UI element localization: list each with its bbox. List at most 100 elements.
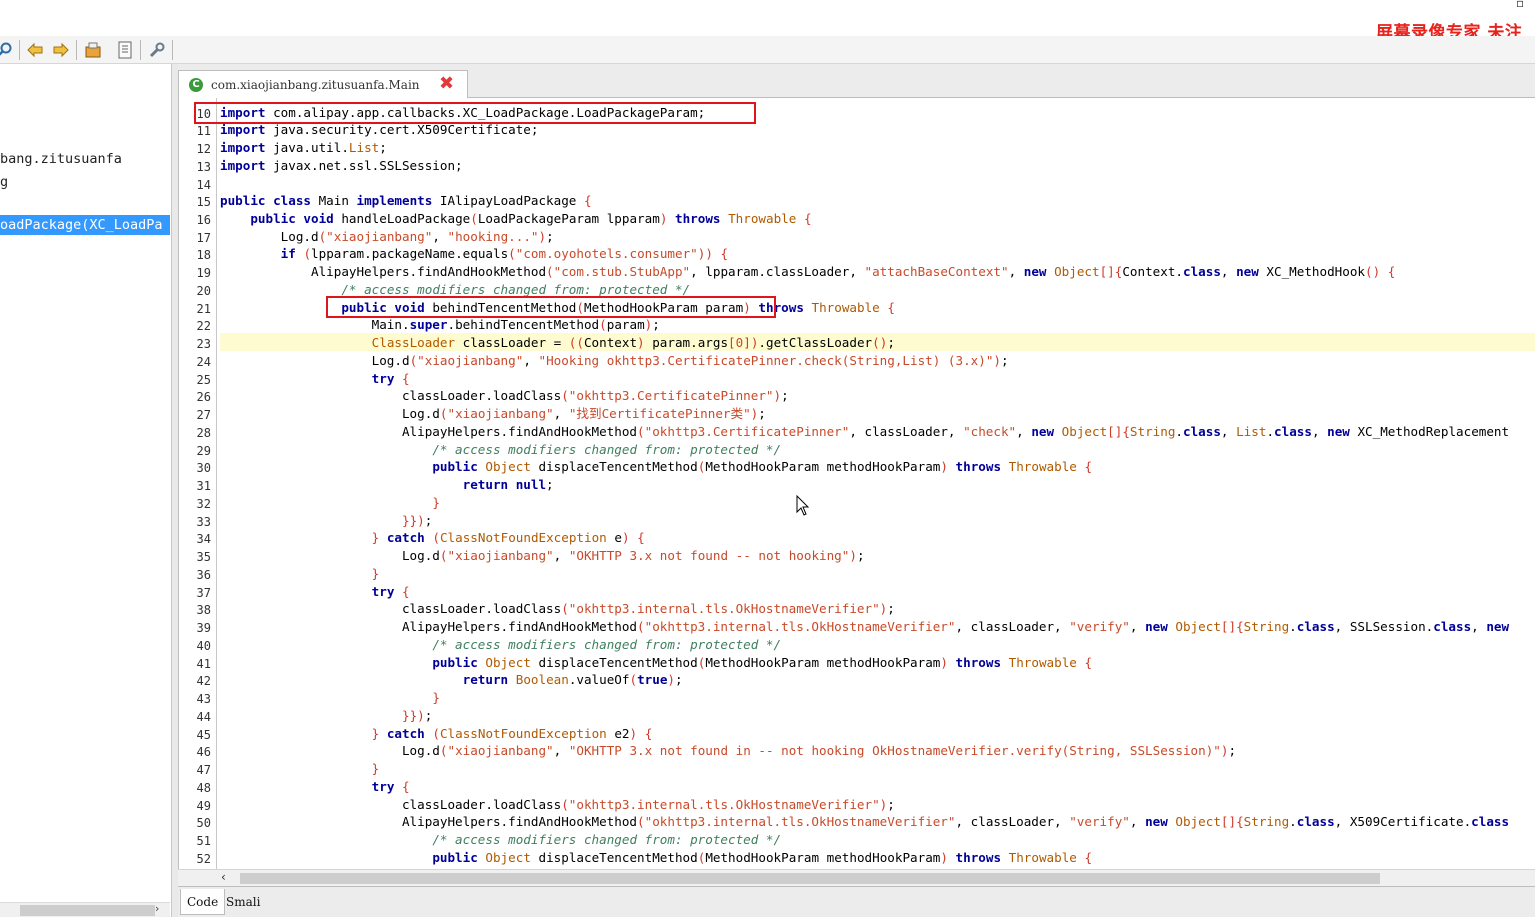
code-line: public class Main implements IAlipayLoad…	[220, 193, 592, 208]
line-number: 13	[196, 160, 211, 174]
code-line: }	[371, 761, 380, 776]
code-line: }});	[401, 708, 433, 723]
highlight-box-import	[194, 102, 756, 124]
code-line: /* access modifiers changed from: protec…	[432, 832, 782, 847]
line-number: 48	[196, 781, 211, 795]
line-number: 23	[196, 337, 211, 351]
class-icon: C	[189, 77, 203, 92]
code-line: public Object displaceTencentMethod(Meth…	[432, 655, 1093, 670]
line-number: 52	[196, 852, 211, 866]
code-line: }	[432, 690, 440, 705]
code-line: }	[371, 566, 380, 581]
line-number: 37	[196, 586, 211, 600]
code-line: } catch (ClassNotFoundException e2) {	[371, 726, 653, 741]
line-number: 43	[196, 692, 211, 706]
tab-label: com.xiaojianbang.zitusuanfa.Main	[211, 77, 420, 92]
scroll-right-arrow-icon[interactable]: ›	[155, 902, 159, 915]
log-icon[interactable]	[114, 39, 136, 61]
line-number: 27	[196, 408, 211, 422]
search-icon[interactable]	[0, 39, 16, 61]
forward-arrow-icon[interactable]	[50, 39, 72, 61]
code-line: AlipayHelpers.findAndHookMethod("okhttp3…	[220, 424, 1510, 439]
line-number: 39	[196, 621, 211, 635]
toolbar-separator	[19, 40, 20, 60]
code-line: Log.d("xiaojianbang", "Hooking okhttp3.C…	[220, 353, 1009, 368]
code-line: Main.super.behindTencentMethod(param);	[220, 317, 660, 332]
code-line: ClassLoader classLoader = ((Context) par…	[371, 335, 895, 350]
line-number: 31	[196, 479, 211, 493]
code-line: Log.d("xiaojianbang", "找到CertificatePinn…	[220, 406, 766, 421]
line-number: 41	[196, 657, 211, 671]
line-number: 50	[196, 816, 211, 830]
window-corner-icon: ▫	[1516, 0, 1525, 10]
code-line: } catch (ClassNotFoundException e) {	[371, 530, 645, 545]
tree-item-class[interactable]: g	[0, 172, 170, 192]
highlight-box-method	[326, 296, 776, 318]
code-line: public Object displaceTencentMethod(Meth…	[432, 459, 1093, 474]
code-line: classLoader.loadClass("okhttp3.internal.…	[220, 601, 895, 616]
tree-horizontal-scrollbar[interactable]: ›	[0, 902, 170, 917]
code-editor[interactable]: 10 11 12 13 14 15 16 17 18 19 20 21 22 23 24 25 26 27 28 29…	[178, 98, 1535, 869]
code-line: }	[432, 495, 440, 510]
line-number: 35	[196, 550, 211, 564]
line-number: 42	[196, 674, 211, 688]
title-bar: 屏幕录像专家 未注 ▫	[0, 0, 1535, 43]
code-line: import java.util.List;	[220, 140, 387, 155]
line-number: 51	[196, 834, 211, 848]
close-tab-icon[interactable]: ✖	[439, 74, 454, 94]
scroll-left-arrow-icon[interactable]: ‹	[221, 870, 226, 884]
line-number: 29	[196, 444, 211, 458]
line-number: 47	[196, 763, 211, 777]
editor-horizontal-scrollbar[interactable]: ‹	[178, 869, 1535, 886]
toolbar	[0, 36, 1535, 64]
line-number: 25	[196, 373, 211, 387]
line-number: 45	[196, 728, 211, 742]
line-number: 34	[196, 532, 211, 546]
toolbar-separator	[76, 40, 77, 60]
line-number: 28	[196, 426, 211, 440]
line-number: 11	[196, 124, 211, 138]
code-line: if (lpparam.packageName.equals("com.oyoh…	[280, 246, 729, 261]
code-line: Log.d("xiaojianbang", "OKHTTP 3.x not fo…	[220, 743, 1237, 758]
code-line: /* access modifiers changed from: protec…	[432, 637, 782, 652]
editor-scrollbar-thumb[interactable]	[240, 873, 1380, 884]
code-line: /* access modifiers changed from: protec…	[432, 442, 782, 457]
editor-tab-bar: C com.xiaojianbang.zitusuanfa.Main ✖	[178, 64, 1535, 98]
back-arrow-icon[interactable]	[24, 39, 46, 61]
line-number: 17	[196, 231, 211, 245]
code-line: import javax.net.ssl.SSLSession;	[220, 158, 463, 173]
code-line: Log.d("xiaojianbang", "OKHTTP 3.x not fo…	[220, 548, 865, 563]
code-line: }});	[401, 513, 433, 528]
code-line: try {	[371, 371, 410, 386]
line-number: 18	[196, 248, 211, 262]
line-number: 21	[196, 302, 211, 316]
line-number: 15	[196, 195, 211, 209]
line-number: 12	[196, 142, 211, 156]
toolbar-separator	[172, 40, 173, 60]
line-number: 16	[196, 213, 211, 227]
line-number: 30	[196, 461, 211, 475]
project-tree-panel: bang.zitusuanfa g oadPackage(XC_LoadPa ›	[0, 64, 172, 917]
code-line: AlipayHelpers.findAndHookMethod("com.stu…	[220, 264, 1396, 279]
tree-item-method-selected[interactable]: oadPackage(XC_LoadPa	[0, 215, 170, 235]
line-number: 32	[196, 497, 211, 511]
line-number: 40	[196, 639, 211, 653]
settings-wrench-icon[interactable]	[146, 39, 168, 61]
code-line: AlipayHelpers.findAndHookMethod("okhttp3…	[220, 814, 1510, 829]
code-line: classLoader.loadClass("okhttp3.Certifica…	[220, 388, 789, 403]
line-number: 22	[196, 319, 211, 333]
view-tab-bar: Code Smali	[178, 886, 1535, 917]
tree-item-package[interactable]: bang.zitusuanfa	[0, 149, 170, 169]
toolbar-separator	[140, 40, 141, 60]
line-number: 36	[196, 568, 211, 582]
tab-smali[interactable]: Smali	[220, 889, 266, 915]
code-line: Log.d("xiaojianbang", "hooking...");	[220, 229, 554, 244]
code-content[interactable]: import com.alipay.app.callbacks.XC_LoadP…	[194, 98, 1535, 869]
tab-main-class[interactable]: C com.xiaojianbang.zitusuanfa.Main ✖	[178, 70, 468, 98]
line-number: 49	[196, 799, 211, 813]
tab-code[interactable]: Code	[180, 889, 226, 915]
code-line: try {	[371, 779, 410, 794]
code-line: public Object displaceTencentMethod(Meth…	[432, 850, 1093, 865]
tree-scrollbar-thumb[interactable]	[20, 905, 155, 916]
open-archive-icon[interactable]	[82, 39, 104, 61]
